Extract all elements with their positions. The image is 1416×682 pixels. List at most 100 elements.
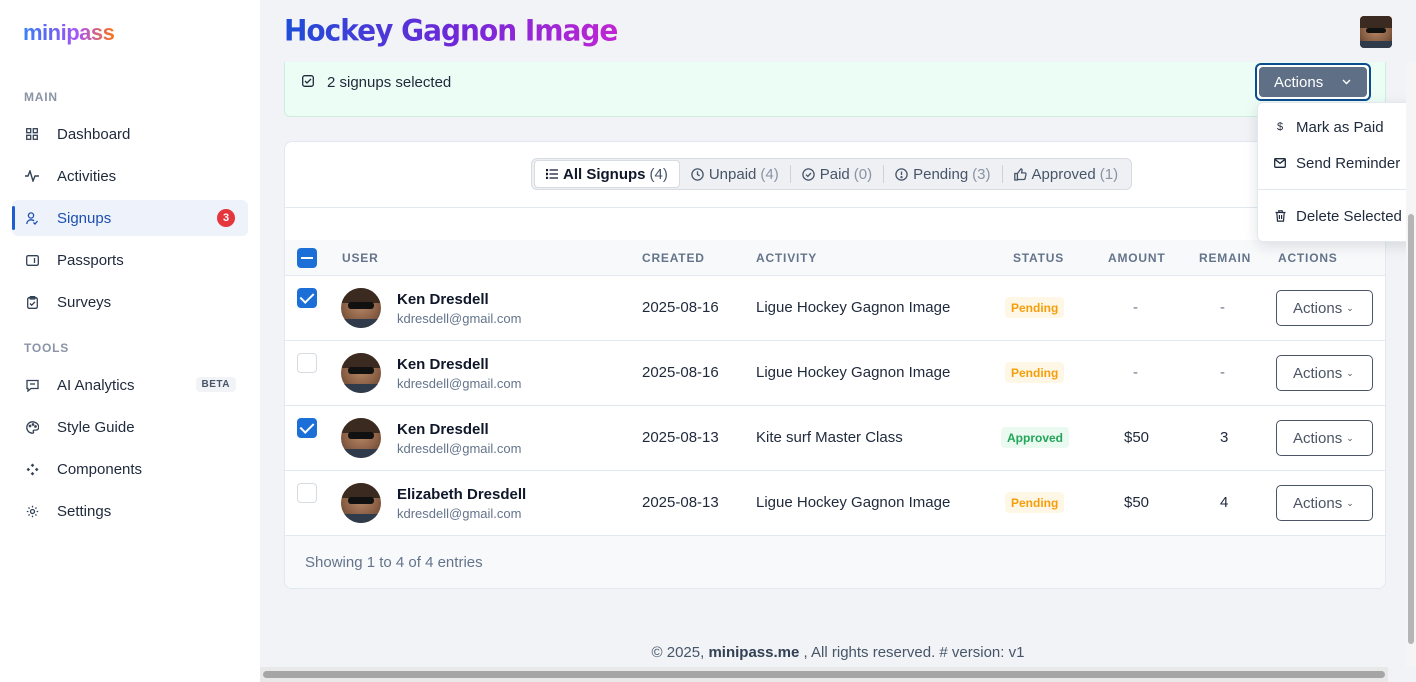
table-row: Ken Dresdell kdresdell@gmail.com 2025-08… [285,406,1385,471]
sidebar-item-label: Settings [57,502,112,520]
row-checkbox[interactable] [297,483,317,503]
tab-label: Approved [1031,165,1096,183]
footer-rights-text: , All rights reserved. # version: v1 [803,644,1025,661]
row-actions-label: Actions [1293,494,1343,512]
row-actions-button[interactable]: Actions ⌄ [1276,485,1373,521]
selection-banner: 2 signups selected [284,62,1386,117]
user-icon [25,211,39,225]
created-date: 2025-08-13 [642,494,719,511]
remain-value: 3 [1220,429,1229,446]
row-checkbox[interactable] [297,288,317,308]
page-footer: © 2025, minipass.me , All rights reserve… [260,644,1416,661]
user-email: kdresdell@gmail.com [397,506,522,521]
list-icon [546,169,558,179]
checkbox-icon [302,74,314,92]
user-email: kdresdell@gmail.com [397,311,522,326]
remain-value: - [1220,299,1225,316]
palette-icon [25,420,39,434]
bulk-actions-button[interactable]: Actions [1255,63,1371,101]
clock-icon [691,167,704,181]
sidebar-item-components[interactable]: Components [12,451,248,487]
status-badge: Pending [1005,492,1065,513]
sidebar-item-label: AI Analytics [57,376,135,394]
row-checkbox[interactable] [297,418,317,438]
menu-item-mark-as-paid[interactable]: $ Mark as Paid [1258,111,1416,143]
table-row: Elizabeth Dresdell kdresdell@gmail.com 2… [285,471,1385,536]
sidebar-item-settings[interactable]: Settings [12,493,248,529]
signups-count-badge: 3 [217,209,235,227]
activity-name: Ligue Hockey Gagnon Image [756,299,951,316]
row-actions-button[interactable]: Actions ⌄ [1276,290,1373,326]
check-circle-icon [801,167,815,181]
app-logo[interactable]: minipass [23,20,115,46]
tab-label: Unpaid [708,165,757,183]
sidebar-item-label: Surveys [57,293,112,311]
column-header-remain[interactable]: REMAIN [1199,251,1251,265]
row-actions-button[interactable]: Actions ⌄ [1276,355,1373,391]
components-icon [25,462,39,476]
row-actions-label: Actions [1293,299,1343,317]
created-date: 2025-08-16 [642,299,719,316]
column-header-created[interactable]: CREATED [642,251,705,265]
bulk-actions-menu: $ Mark as Paid Send Reminder Delete Sele… [1257,102,1416,242]
activity-name: Kite surf Master Class [756,429,903,446]
nav-section-main: MAIN [24,90,58,104]
user-avatar[interactable] [1360,16,1392,48]
column-header-activity[interactable]: ACTIVITY [756,251,817,265]
tab-label: Pending [913,165,969,183]
tab-paid[interactable]: Paid (0) [791,160,883,188]
created-date: 2025-08-13 [642,429,719,446]
entries-count-text: Showing 1 to 4 of 4 entries [305,554,483,571]
menu-item-send-reminder[interactable]: Send Reminder [1258,147,1416,179]
sidebar-item-style-guide[interactable]: Style Guide [12,409,248,445]
row-checkbox[interactable] [297,353,317,373]
status-badge: Pending [1005,362,1065,383]
column-header-status[interactable]: STATUS [1013,251,1064,265]
chevron-down-icon: ⌄ [1346,497,1354,508]
sidebar: minipass MAIN Dashboard Activities Signu… [0,0,260,682]
vertical-scrollbar[interactable] [1406,62,1416,667]
activity-name: Ligue Hockey Gagnon Image [756,494,951,511]
thumbs-up-icon [1013,167,1027,181]
sidebar-item-label: Components [57,460,143,478]
tab-count: (3) [972,165,991,183]
menu-item-delete-selected[interactable]: Delete Selected [1258,200,1416,232]
sidebar-item-label: Activities [57,167,117,185]
chevron-down-icon: ⌄ [1346,302,1354,313]
tab-all-signups[interactable]: All Signups (4) [534,160,680,188]
column-header-user[interactable]: USER [342,251,379,265]
select-all-checkbox[interactable] [297,248,317,268]
amount-value: - [1133,364,1138,381]
footer-copyright: © 2025, [651,644,705,661]
user-name: Ken Dresdell [397,421,489,438]
sidebar-item-ai-analytics[interactable]: AI Analytics BETA [12,367,248,403]
menu-item-label: Send Reminder [1296,154,1401,172]
footer-brand-link[interactable]: minipass.me [708,644,799,661]
tab-unpaid[interactable]: Unpaid (4) [680,160,790,188]
page-title: Hockey Gagnon Image [284,13,618,48]
tab-approved[interactable]: Approved (1) [1003,160,1130,188]
chat-icon [25,378,39,392]
sidebar-item-surveys[interactable]: Surveys [12,284,248,320]
menu-divider [1258,189,1416,190]
avatar [341,418,381,458]
chevron-down-icon: ⌄ [1346,367,1354,378]
column-header-amount[interactable]: AMOUNT [1108,251,1165,265]
nav-section-tools: TOOLS [24,341,70,355]
horizontal-scrollbar[interactable] [260,667,1388,682]
tab-pending[interactable]: Pending (3) [884,160,1001,188]
sidebar-item-label: Signups [57,209,112,227]
user-name: Elizabeth Dresdell [397,486,527,503]
column-header-actions: ACTIONS [1278,251,1338,265]
table-row: Ken Dresdell kdresdell@gmail.com 2025-08… [285,276,1385,341]
sidebar-item-label: Passports [57,251,124,269]
sidebar-item-signups[interactable]: Signups 3 [12,200,248,236]
amount-value: $50 [1124,494,1150,511]
sidebar-item-dashboard[interactable]: Dashboard [12,116,248,152]
row-actions-label: Actions [1293,429,1343,447]
sidebar-item-passports[interactable]: Passports [12,242,248,278]
tab-count: (4) [760,165,779,183]
row-actions-button[interactable]: Actions ⌄ [1276,420,1373,456]
table-footer: Showing 1 to 4 of 4 entries [285,536,1385,588]
sidebar-item-activities[interactable]: Activities [12,158,248,194]
